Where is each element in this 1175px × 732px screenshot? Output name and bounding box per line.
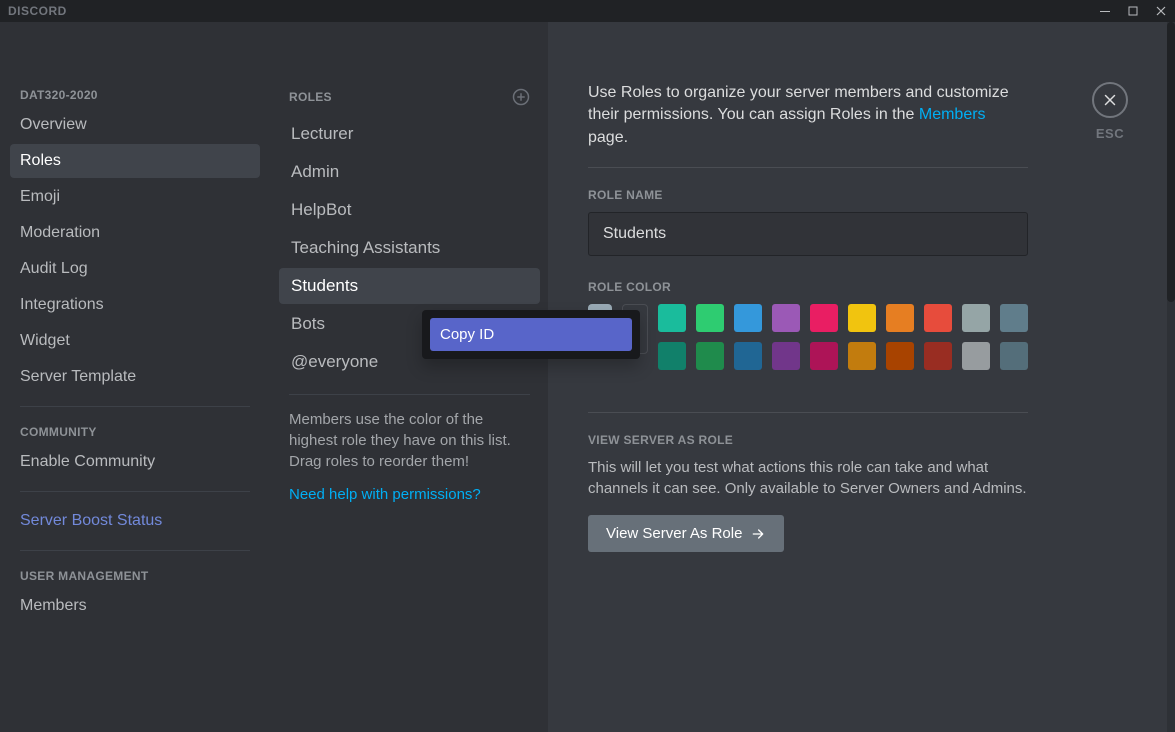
view-server-description: This will let you test what actions this… — [588, 457, 1028, 499]
sidebar-item-roles[interactable]: Roles — [10, 144, 260, 178]
view-server-btn-label: View Server As Role — [606, 525, 742, 542]
add-role-button[interactable] — [512, 88, 530, 106]
maximize-button[interactable] — [1119, 0, 1147, 22]
color-swatch[interactable] — [810, 342, 838, 370]
color-swatch[interactable] — [924, 304, 952, 332]
community-heading: COMMUNITY — [10, 419, 260, 445]
role-item-helpbot[interactable]: HelpBot — [279, 192, 540, 228]
roles-permissions-help-link[interactable]: Need help with permissions? — [279, 472, 540, 503]
sidebar-separator — [20, 491, 250, 492]
content-divider — [588, 412, 1028, 413]
sidebar-item-members[interactable]: Members — [10, 589, 260, 623]
color-swatch[interactable] — [848, 342, 876, 370]
color-swatch[interactable] — [696, 342, 724, 370]
arrow-right-icon — [750, 526, 766, 542]
sidebar-item-moderation[interactable]: Moderation — [10, 216, 260, 250]
esc-label: ESC — [1092, 126, 1128, 141]
color-swatch[interactable] — [734, 342, 762, 370]
sidebar-item-overview[interactable]: Overview — [10, 108, 260, 142]
user-management-heading: USER MANAGEMENT — [10, 563, 260, 589]
server-name-heading: DAT320-2020 — [10, 82, 260, 108]
roles-list-column: ROLES Lecturer Admin HelpBot Teaching As… — [270, 22, 548, 732]
view-server-heading: VIEW SERVER AS ROLE — [588, 433, 1028, 447]
intro-post: page. — [588, 129, 628, 146]
color-grid — [658, 304, 1028, 380]
plus-circle-icon — [512, 88, 530, 106]
color-swatch[interactable] — [658, 342, 686, 370]
sidebar-item-server-template[interactable]: Server Template — [10, 360, 260, 394]
color-swatch[interactable] — [696, 304, 724, 332]
roles-intro-text: Use Roles to organize your server member… — [588, 82, 1028, 149]
color-swatch[interactable] — [772, 304, 800, 332]
role-context-menu: Copy ID — [422, 310, 640, 359]
roles-help-text: Members use the color of the highest rol… — [279, 409, 540, 472]
sidebar-item-enable-community[interactable]: Enable Community — [10, 445, 260, 479]
role-name-label: ROLE NAME — [588, 188, 1028, 202]
role-settings-content: ESC Use Roles to organize your server me… — [548, 22, 1175, 732]
maximize-icon — [1127, 5, 1139, 17]
close-icon — [1155, 5, 1167, 17]
sidebar-item-server-boost[interactable]: Server Boost Status — [10, 504, 260, 538]
sidebar-item-integrations[interactable]: Integrations — [10, 288, 260, 322]
color-swatch[interactable] — [962, 304, 990, 332]
roles-heading-label: ROLES — [289, 90, 332, 104]
color-swatch[interactable] — [772, 342, 800, 370]
color-swatch[interactable] — [962, 342, 990, 370]
content-divider — [588, 167, 1028, 168]
roles-divider — [289, 394, 530, 395]
color-swatch[interactable] — [886, 342, 914, 370]
role-item-lecturer[interactable]: Lecturer — [279, 116, 540, 152]
color-swatch[interactable] — [886, 304, 914, 332]
sidebar-item-emoji[interactable]: Emoji — [10, 180, 260, 214]
sidebar-separator — [20, 550, 250, 551]
role-item-admin[interactable]: Admin — [279, 154, 540, 190]
settings-sidebar: DAT320-2020 Overview Roles Emoji Moderat… — [0, 22, 270, 732]
minimize-button[interactable] — [1091, 0, 1119, 22]
color-swatch[interactable] — [658, 304, 686, 332]
close-icon — [1101, 91, 1119, 109]
titlebar: DISCORD — [0, 0, 1175, 22]
close-settings-button[interactable] — [1092, 82, 1128, 118]
members-link[interactable]: Members — [919, 106, 986, 123]
sidebar-separator — [20, 406, 250, 407]
view-server-as-role-button[interactable]: View Server As Role — [588, 515, 784, 552]
color-swatch[interactable] — [848, 304, 876, 332]
color-swatch[interactable] — [734, 304, 762, 332]
scrollbar-thumb[interactable] — [1167, 22, 1175, 302]
close-area: ESC — [1092, 82, 1128, 141]
roles-heading: ROLES — [279, 82, 540, 116]
close-window-button[interactable] — [1147, 0, 1175, 22]
role-color-label: ROLE COLOR — [588, 280, 1028, 294]
sidebar-item-widget[interactable]: Widget — [10, 324, 260, 358]
sidebar-item-audit-log[interactable]: Audit Log — [10, 252, 260, 286]
role-item-teaching-assistants[interactable]: Teaching Assistants — [279, 230, 540, 266]
role-item-students[interactable]: Students — [279, 268, 540, 304]
window-controls — [1091, 0, 1175, 22]
color-swatch[interactable] — [924, 342, 952, 370]
app-brand: DISCORD — [8, 4, 67, 18]
context-copy-id[interactable]: Copy ID — [430, 318, 632, 351]
role-name-input[interactable] — [588, 212, 1028, 256]
color-swatch[interactable] — [1000, 342, 1028, 370]
color-swatch[interactable] — [810, 304, 838, 332]
minimize-icon — [1099, 5, 1111, 17]
color-swatch[interactable] — [1000, 304, 1028, 332]
app-body: DAT320-2020 Overview Roles Emoji Moderat… — [0, 22, 1175, 732]
scrollbar-track[interactable] — [1167, 22, 1175, 732]
